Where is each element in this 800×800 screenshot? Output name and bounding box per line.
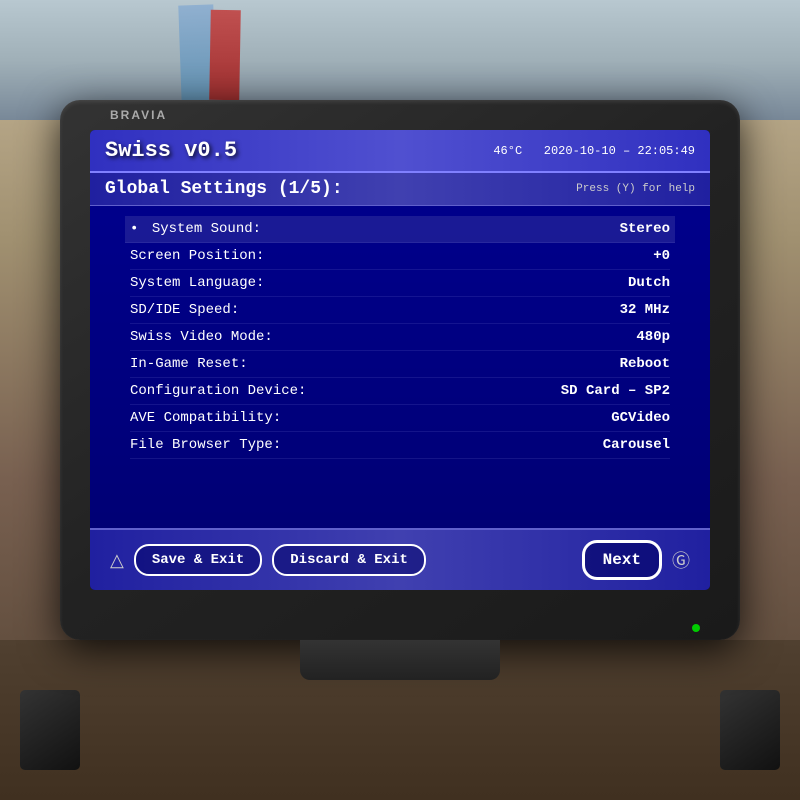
setting-row-0[interactable]: • System Sound: Stereo xyxy=(125,216,675,243)
title-bar: Swiss v0.5 46°C 2020-10-10 – 22:05:49 xyxy=(90,130,710,173)
screen-content: Swiss v0.5 46°C 2020-10-10 – 22:05:49 Gl… xyxy=(90,130,710,590)
setting-value-8: Carousel xyxy=(603,437,670,453)
speaker-left xyxy=(20,690,80,770)
page-title: Global Settings (1/5): xyxy=(105,179,343,199)
datetime: 2020-10-10 – 22:05:49 xyxy=(544,144,695,158)
setting-value-5: Reboot xyxy=(620,356,670,372)
setting-label-7: AVE Compatibility: xyxy=(130,410,281,426)
bottom-right: Next Ⓖ xyxy=(582,540,690,580)
setting-row-4[interactable]: Swiss Video Mode: 480p xyxy=(130,324,670,351)
setting-label-8: File Browser Type: xyxy=(130,437,281,453)
temperature: 46°C xyxy=(493,144,522,158)
setting-label-1: Screen Position: xyxy=(130,248,264,264)
tv-body: BRAVIA Swiss v0.5 46°C 2020-10-10 – 22:0… xyxy=(60,100,740,640)
help-text: Press (Y) for help xyxy=(576,183,695,195)
setting-value-6: SD Card – SP2 xyxy=(561,383,670,399)
setting-label-0: • System Sound: xyxy=(130,221,261,237)
bottom-left: △ Save & Exit Discard & Exit xyxy=(110,544,426,576)
tv-stand xyxy=(300,640,500,680)
next-button[interactable]: Next xyxy=(582,540,662,580)
discard-exit-button[interactable]: Discard & Exit xyxy=(272,544,426,576)
setting-row-2[interactable]: System Language: Dutch xyxy=(130,270,670,297)
setting-row-3[interactable]: SD/IDE Speed: 32 MHz xyxy=(130,297,670,324)
g-icon: Ⓖ xyxy=(672,547,690,573)
setting-row-6[interactable]: Configuration Device: SD Card – SP2 xyxy=(130,378,670,405)
bullet-0: • xyxy=(130,221,138,237)
speaker-right xyxy=(720,690,780,770)
setting-row-5[interactable]: In-Game Reset: Reboot xyxy=(130,351,670,378)
tv-brand: BRAVIA xyxy=(110,108,167,122)
setting-value-1: +0 xyxy=(653,248,670,264)
setting-label-3: SD/IDE Speed: xyxy=(130,302,239,318)
title-info: 46°C 2020-10-10 – 22:05:49 xyxy=(493,144,695,158)
bottom-bar: △ Save & Exit Discard & Exit Next Ⓖ xyxy=(90,528,710,590)
page-header: Global Settings (1/5): Press (Y) for hel… xyxy=(90,173,710,206)
save-exit-button[interactable]: Save & Exit xyxy=(134,544,262,576)
app-title: Swiss v0.5 xyxy=(105,138,237,163)
settings-list: • System Sound: Stereo Screen Position: … xyxy=(110,206,690,469)
setting-value-0: Stereo xyxy=(620,221,670,237)
setting-value-3: 32 MHz xyxy=(620,302,670,318)
setting-value-2: Dutch xyxy=(628,275,670,291)
setting-value-4: 480p xyxy=(636,329,670,345)
tv-screen: Swiss v0.5 46°C 2020-10-10 – 22:05:49 Gl… xyxy=(90,130,710,590)
setting-label-6: Configuration Device: xyxy=(130,383,306,399)
triangle-icon: △ xyxy=(110,550,124,571)
power-indicator xyxy=(692,624,700,632)
settings-area: • System Sound: Stereo Screen Position: … xyxy=(90,206,710,469)
setting-label-5: In-Game Reset: xyxy=(130,356,248,372)
setting-row-1[interactable]: Screen Position: +0 xyxy=(130,243,670,270)
book2 xyxy=(209,10,241,101)
setting-label-2: System Language: xyxy=(130,275,264,291)
setting-label-4: Swiss Video Mode: xyxy=(130,329,273,345)
setting-row-8[interactable]: File Browser Type: Carousel xyxy=(130,432,670,459)
setting-row-7[interactable]: AVE Compatibility: GCVideo xyxy=(130,405,670,432)
setting-value-7: GCVideo xyxy=(611,410,670,426)
